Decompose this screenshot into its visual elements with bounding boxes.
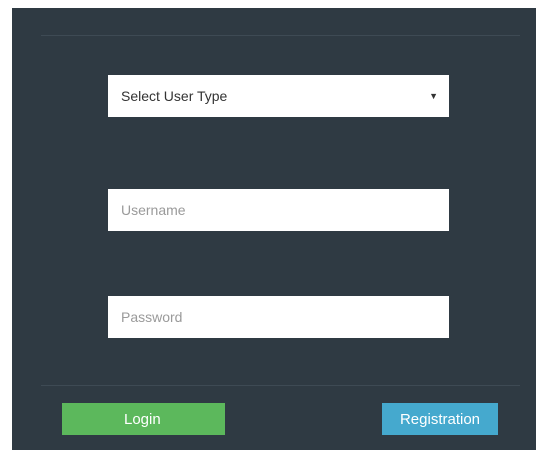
login-button-label: Login <box>124 410 161 428</box>
top-divider <box>41 35 520 36</box>
registration-button-label: Registration <box>399 410 481 428</box>
chevron-down-icon: ▼ <box>429 91 438 101</box>
registration-button[interactable]: Registration <box>382 403 498 435</box>
login-button[interactable]: Login <box>62 403 225 435</box>
bottom-divider <box>41 385 520 386</box>
username-input[interactable] <box>108 189 449 231</box>
login-panel: Select User Type ▼ Login Registration <box>12 8 536 450</box>
user-type-selected-value: Select User Type <box>121 88 228 104</box>
password-input[interactable] <box>108 296 449 338</box>
user-type-select[interactable]: Select User Type ▼ <box>108 75 449 117</box>
